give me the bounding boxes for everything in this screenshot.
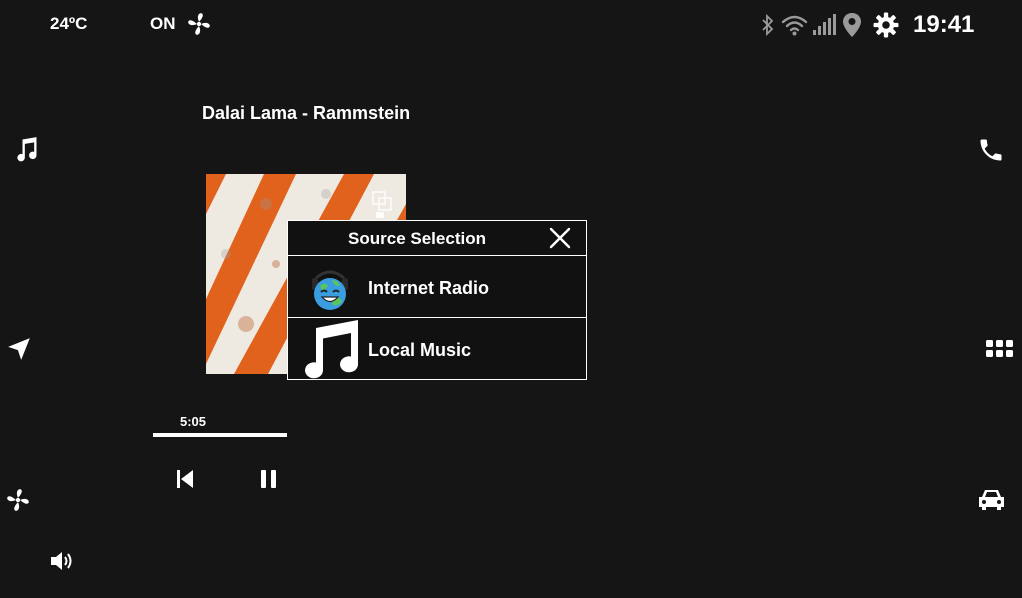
fan-icon[interactable] [5, 487, 31, 513]
track-title: Dalai Lama - Rammstein [202, 103, 411, 123]
clock: 19:41 [913, 11, 975, 38]
dialog-title: Source Selection [348, 229, 486, 248]
music-note-icon [305, 320, 359, 379]
car-icon[interactable] [977, 487, 1006, 512]
navigation-arrow-icon[interactable] [6, 336, 32, 362]
wifi-icon [781, 15, 808, 36]
radio-globe-icon [312, 270, 348, 310]
time-remaining: 5:05 [180, 414, 207, 429]
phone-icon[interactable] [977, 136, 1005, 164]
local-music-label: Local Music [368, 340, 472, 360]
close-icon[interactable] [547, 225, 573, 251]
source-option-local-music[interactable]: Local Music [288, 318, 586, 379]
gear-icon[interactable] [873, 12, 899, 38]
source-selection-dialog: Source Selection Internet Radio Local Mu… [287, 220, 587, 380]
bluetooth-icon [762, 13, 774, 37]
temperature-readout: 24ºC [50, 14, 88, 33]
dialog-header: Source Selection [288, 221, 586, 256]
signal-icon [813, 14, 836, 35]
fan-icon[interactable] [186, 11, 212, 37]
source-option-internet-radio[interactable]: Internet Radio [288, 256, 586, 318]
progress-bar[interactable] [153, 433, 287, 437]
volume-icon[interactable] [49, 549, 76, 573]
fan-state-label: ON [150, 14, 176, 33]
skip-previous-icon[interactable] [174, 467, 196, 491]
internet-radio-label: Internet Radio [368, 278, 490, 298]
music-note-icon[interactable] [12, 136, 40, 164]
app-grid-icon[interactable] [986, 338, 1014, 360]
pause-icon[interactable] [258, 467, 280, 491]
location-pin-icon [843, 13, 861, 37]
